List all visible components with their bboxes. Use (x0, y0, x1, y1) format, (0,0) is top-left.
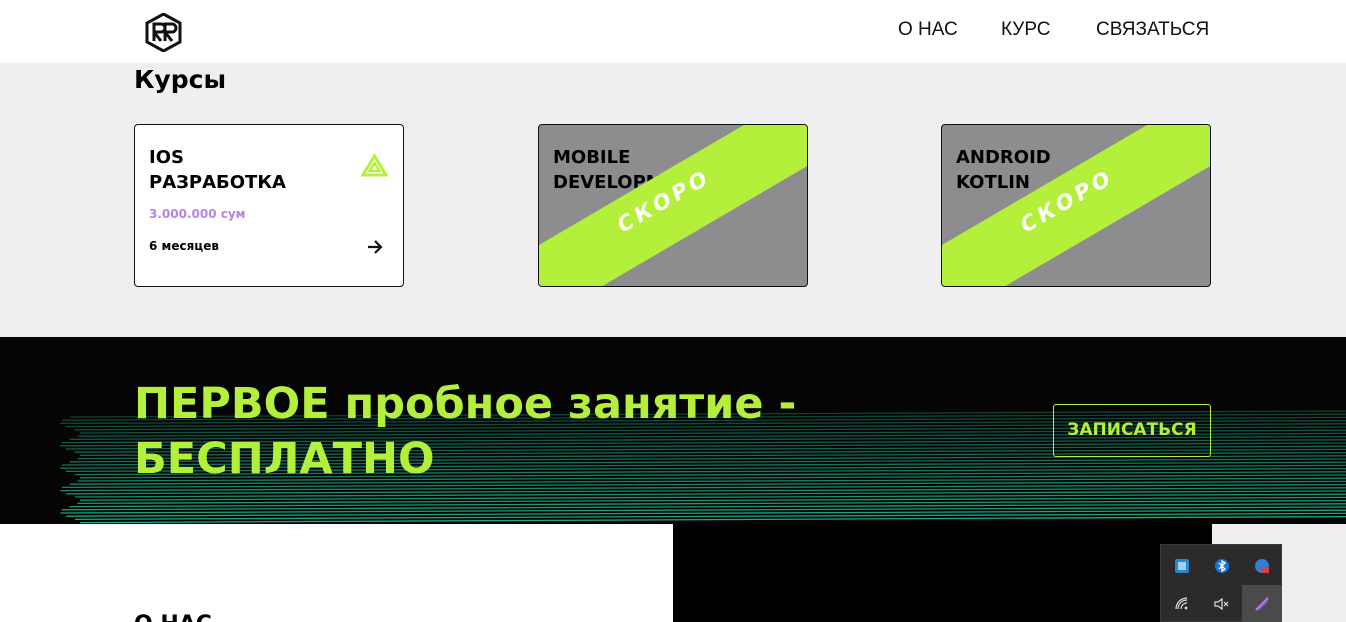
about-heading: О НАС (134, 612, 212, 622)
system-tray-popup (1160, 544, 1282, 622)
promo-title-line2: БЕСПЛАТНО (134, 434, 435, 484)
course-title: IOS РАЗРАБОТКА (149, 147, 286, 193)
promo-title-line1: ПЕРВОЕ пробное занятие - (134, 379, 797, 429)
nav-link-about[interactable]: О НАС (898, 19, 958, 41)
course-duration: 6 месяцев (149, 239, 219, 253)
brand-logo-icon[interactable] (145, 12, 182, 53)
app-icon[interactable] (1162, 547, 1202, 585)
course-price: 3.000.000 сум (149, 207, 246, 221)
triangle-logo-icon (360, 153, 389, 178)
about-section: О НАС (0, 524, 673, 622)
nav-link-course[interactable]: КУРС (1001, 19, 1051, 41)
course-card-android[interactable]: ANDROID KOTLIN СКОРО (941, 124, 1211, 287)
promo-title: ПЕРВОЕ пробное занятие - БЕСПЛАТНО (134, 377, 834, 487)
signup-button[interactable]: ЗАПИСАТЬСЯ (1053, 404, 1211, 457)
promo-banner: ПЕРВОЕ пробное занятие - БЕСПЛАТНО ЗАПИС… (0, 337, 1346, 524)
bluetooth-icon[interactable] (1202, 547, 1242, 585)
course-card-mobile[interactable]: MOBILE DEVELOPMENT СКОРО (538, 124, 808, 287)
arrow-right-icon[interactable] (365, 237, 385, 257)
muted-speaker-icon[interactable] (1202, 585, 1242, 622)
top-navbar: О НАС КУРС СВЯЗАТЬСЯ (0, 0, 1346, 63)
notification-icon[interactable] (1242, 547, 1282, 585)
courses-heading: Курсы (134, 65, 227, 94)
nav-link-contact[interactable]: СВЯЗАТЬСЯ (1096, 19, 1209, 41)
about-video[interactable] (673, 524, 1212, 622)
wifi-icon[interactable] (1162, 585, 1202, 622)
pen-icon[interactable] (1242, 585, 1282, 622)
course-card-ios[interactable]: IOS РАЗРАБОТКА 3.000.000 сум 6 месяцев (134, 124, 404, 287)
